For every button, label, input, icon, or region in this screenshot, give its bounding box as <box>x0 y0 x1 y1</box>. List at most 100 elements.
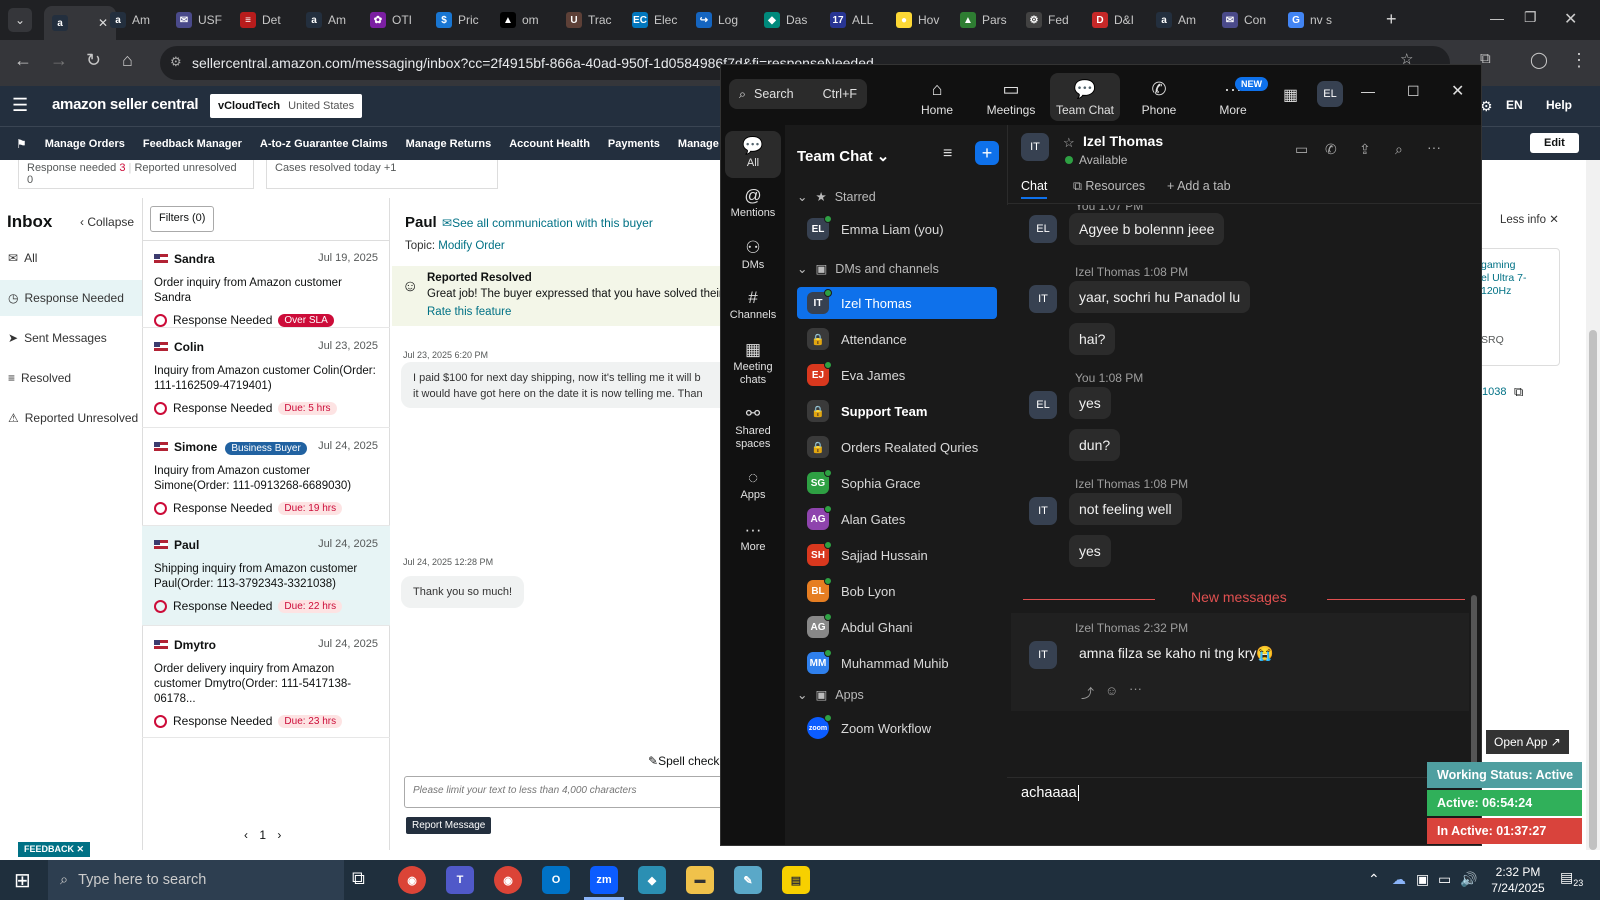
reload-icon[interactable]: ↻ <box>86 50 101 71</box>
message-avatar[interactable]: EL <box>1029 215 1057 243</box>
new-tab-button[interactable]: + <box>1386 9 1397 30</box>
message-bubble[interactable]: Agyee b bolennn jeee <box>1069 213 1225 245</box>
collapse-button[interactable]: ‹ Collapse <box>80 215 134 229</box>
message-bubble[interactable]: hai? <box>1069 323 1116 355</box>
section-dms-channels[interactable]: ⌄ ▣ DMs and channels <box>797 261 939 277</box>
clock[interactable]: 2:32 PM 7/24/2025 <box>1488 864 1548 896</box>
channel-item[interactable]: AG Abdul Ghani <box>797 611 997 643</box>
compose-input[interactable]: achaaaa <box>1021 785 1079 801</box>
channel-item[interactable]: MM Muhammad Muhib <box>797 647 997 679</box>
rail-meeting-chats[interactable]: ▦ Meeting chats <box>721 341 785 387</box>
chat-tab-add[interactable]: + Add a tab <box>1167 179 1231 193</box>
amazon-logo[interactable]: amazon seller central <box>52 96 199 113</box>
channel-item[interactable]: SG Sophia Grace <box>797 467 997 499</box>
conversation-item[interactable]: Simone Business Buyer Jul 24, 2025 Inquiry … <box>142 428 390 526</box>
reply-icon[interactable]: ⤴ <box>1081 683 1094 702</box>
new-chat-button[interactable]: + <box>975 141 999 165</box>
page-scrollbar[interactable] <box>1586 160 1600 850</box>
message-bubble[interactable]: amna filza se kaho ni tng kry😭 <box>1069 637 1284 670</box>
user-avatar[interactable]: EL <box>1317 81 1343 107</box>
chat-header-avatar[interactable]: IT <box>1021 133 1049 161</box>
nav-account-health[interactable]: Account Health <box>509 138 590 150</box>
message-bubble[interactable]: yaar, sochri hu Panadol lu <box>1069 281 1251 313</box>
channel-item[interactable]: EJ Eva James <box>797 359 997 391</box>
rail-channels[interactable]: # Channels <box>721 289 785 322</box>
channel-item[interactable]: AG Alan Gates <box>797 503 997 535</box>
rail-mentions[interactable]: @ Mentions <box>721 187 785 220</box>
browser-tab[interactable]: ✿ OTI <box>370 6 412 34</box>
nav-atoz-claims[interactable]: A-to-z Guarantee Claims <box>260 138 388 150</box>
minimize-window-button[interactable]: — <box>1490 10 1504 26</box>
sidebar-item-all[interactable]: ✉ All <box>0 240 142 276</box>
taskbar-search[interactable]: ⌕ Type here to search <box>48 860 344 900</box>
next-page-button[interactable]: › <box>277 828 281 842</box>
browser-tab[interactable]: a ✕ <box>44 6 117 40</box>
outlook-icon[interactable]: O <box>542 866 570 894</box>
notifications-icon[interactable]: ▤23 <box>1560 869 1583 888</box>
feedback-button[interactable]: FEEDBACK ✕ <box>18 842 91 857</box>
nav-manage-returns[interactable]: Manage Returns <box>406 138 492 150</box>
browser-tab[interactable]: ⚙ Fed <box>1026 6 1069 34</box>
tab-team-chat[interactable]: 💬 Team Chat <box>1050 73 1120 121</box>
browser-tab[interactable]: ▲ om <box>500 6 539 34</box>
browser-menu-icon[interactable]: ⋮ <box>1570 50 1588 71</box>
network-icon[interactable]: ▣ <box>1416 871 1429 888</box>
zoom-close-button[interactable]: ✕ <box>1451 81 1464 101</box>
tab-home[interactable]: ⌂ Home <box>902 73 972 121</box>
message-avatar[interactable]: IT <box>1029 497 1057 525</box>
stat-response-needed[interactable]: Response needed 3 | Reported unresolved … <box>18 160 254 189</box>
zoom-maximize-button[interactable]: ☐ <box>1407 83 1420 100</box>
file-explorer-icon[interactable]: ▬ <box>686 866 714 894</box>
filters-button[interactable]: Filters (0) <box>150 206 215 232</box>
forward-icon[interactable]: → <box>50 50 68 71</box>
browser-tab[interactable]: ▲ Pars <box>960 6 1007 34</box>
stat-cases-resolved[interactable]: Cases resolved today +1 <box>266 160 498 189</box>
browser-tab[interactable]: ✉ USF <box>176 6 222 34</box>
browser-tab[interactable]: ✉ Con <box>1222 6 1266 34</box>
sidebar-item-reported-unresolved[interactable]: ⚠ Reported Unresolved <box>0 400 142 436</box>
close-tab-icon[interactable]: ✕ <box>98 16 108 30</box>
nav-manage-orders[interactable]: Manage Orders <box>45 138 125 150</box>
channel-item[interactable]: zoom Zoom Workflow <box>797 712 997 744</box>
channel-item[interactable]: SH Sajjad Hussain <box>797 539 997 571</box>
message-bubble[interactable]: not feeling well <box>1069 493 1182 525</box>
share-screen-icon[interactable]: ⇪ <box>1359 141 1371 158</box>
nav-feedback-manager[interactable]: Feedback Manager <box>143 138 242 150</box>
windows-start-icon[interactable]: ⊞ <box>14 868 31 893</box>
close-window-button[interactable]: ✕ <box>1564 9 1577 29</box>
channel-item[interactable]: 🔒 Attendance <box>797 323 997 355</box>
rail-all[interactable]: 💬 All <box>725 131 781 178</box>
video-call-icon[interactable]: ▭ <box>1295 141 1308 158</box>
browser-tab[interactable]: ↪ Log <box>696 6 738 34</box>
onedrive-icon[interactable]: ☁ <box>1392 871 1406 888</box>
channel-item[interactable]: 🔒 Support Team <box>797 395 997 427</box>
channel-item[interactable]: EL Emma Liam (you) <box>797 213 997 245</box>
language-selector[interactable]: EN <box>1506 98 1523 112</box>
tab-meetings[interactable]: ▭ Meetings <box>976 73 1046 121</box>
spell-check-button[interactable]: ✎Spell check <box>648 754 719 768</box>
store-selector[interactable]: vCloudTech United States <box>210 94 363 118</box>
prev-page-button[interactable]: ‹ <box>244 828 248 842</box>
browser-tab[interactable]: a Am <box>1156 6 1196 34</box>
add-reaction-icon[interactable]: ☺ <box>1105 683 1118 698</box>
order-id-fragment[interactable]: 1038 <box>1482 386 1506 398</box>
rail-dms[interactable]: ⚇ DMs <box>721 239 785 272</box>
phone-call-icon[interactable]: ✆ <box>1325 141 1337 158</box>
reply-textarea[interactable]: Please limit your text to less than 4,00… <box>404 776 734 808</box>
conversation-item[interactable]: Sandra Jul 19, 2025 Order inquiry from Ama… <box>142 240 390 328</box>
browser-tab[interactable]: EC Elec <box>632 6 677 34</box>
back-icon[interactable]: ← <box>14 50 32 71</box>
browser-tab[interactable]: ● Hov <box>896 6 939 34</box>
message-bubble[interactable]: yes <box>1069 535 1111 567</box>
app-diamond-icon[interactable]: ◆ <box>638 866 666 894</box>
browser-tab[interactable]: U Trac <box>566 6 612 34</box>
browser-tab[interactable]: ◆ Das <box>764 6 807 34</box>
conversation-item[interactable]: Paul Jul 24, 2025 Shipping inquiry from Am… <box>142 526 390 626</box>
topic-value[interactable]: Modify Order <box>438 240 504 252</box>
browser-tab[interactable]: ≡ Det <box>240 6 281 34</box>
chrome-icon[interactable]: ◉ <box>398 866 426 894</box>
sidebar-item-sent[interactable]: ➤ Sent Messages <box>0 320 142 356</box>
filter-icon[interactable]: ≡ <box>943 145 952 163</box>
sticky-notes-icon[interactable]: ▤ <box>782 866 810 894</box>
report-message-button[interactable]: Report Message <box>406 817 492 834</box>
